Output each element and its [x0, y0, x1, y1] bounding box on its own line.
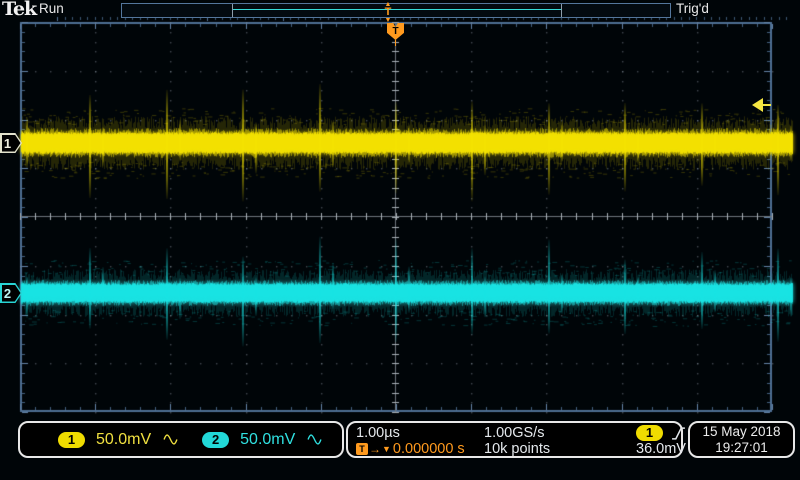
record-trigger-position-icon: ▲ T ▼: [380, 1, 396, 24]
channel1-ground-marker: 1: [0, 133, 22, 153]
date-label: 15 May 2018: [702, 424, 780, 440]
record-bracket-left-icon: [232, 4, 233, 17]
trigger-position-stem: [395, 40, 396, 46]
channel2-ground-marker: 2: [0, 283, 22, 303]
record-view-bar: ▲ T ▼: [121, 3, 671, 18]
oscilloscope-screen: Tek Run Trig'd ▲ T ▼ T 1 2 1 50.0mV: [0, 0, 800, 480]
graticule-and-waveform-canvas: [0, 0, 800, 480]
triangle-down-icon: ▼: [382, 445, 391, 454]
trigger-status: Trig'd: [676, 1, 709, 16]
datetime-box: 15 May 2018 19:27:01: [688, 421, 795, 458]
horizontal-trigger-readout-box: 1.00µs 1.00GS/s 1 T → ▼ 0.000000 s 10k p…: [346, 421, 683, 458]
acquisition-status: Run: [39, 1, 64, 16]
record-length: 10k points: [484, 441, 636, 457]
trigger-t-icon: T: [356, 443, 368, 455]
ac-coupling-icon: [307, 434, 322, 445]
arrow-right-icon: →: [369, 443, 381, 455]
record-bracket-right-icon: [561, 4, 562, 17]
trigger-source-badge: 1: [636, 425, 663, 441]
tek-logo: Tek: [2, 0, 36, 20]
trigger-level-arrow-icon: [752, 98, 771, 112]
channel-readout-box: 1 50.0mV 2 50.0mV: [18, 421, 344, 458]
sample-rate: 1.00GS/s: [484, 425, 636, 441]
trigger-position-readout: T → ▼ 0.000000 s: [356, 441, 484, 457]
trigger-level: 36.0mV: [636, 441, 686, 457]
caret-down-icon: ▼: [385, 17, 392, 24]
rising-edge-icon: [671, 426, 686, 441]
channel1-badge: 1: [58, 432, 85, 448]
ac-coupling-icon: [163, 434, 178, 445]
channel2-scale: 50.0mV: [240, 431, 295, 449]
timebase-scale: 1.00µs: [356, 425, 484, 441]
record-window-line: [233, 9, 561, 10]
channel2-badge: 2: [202, 432, 229, 448]
time-label: 19:27:01: [715, 440, 768, 456]
channel1-scale: 50.0mV: [96, 431, 151, 449]
